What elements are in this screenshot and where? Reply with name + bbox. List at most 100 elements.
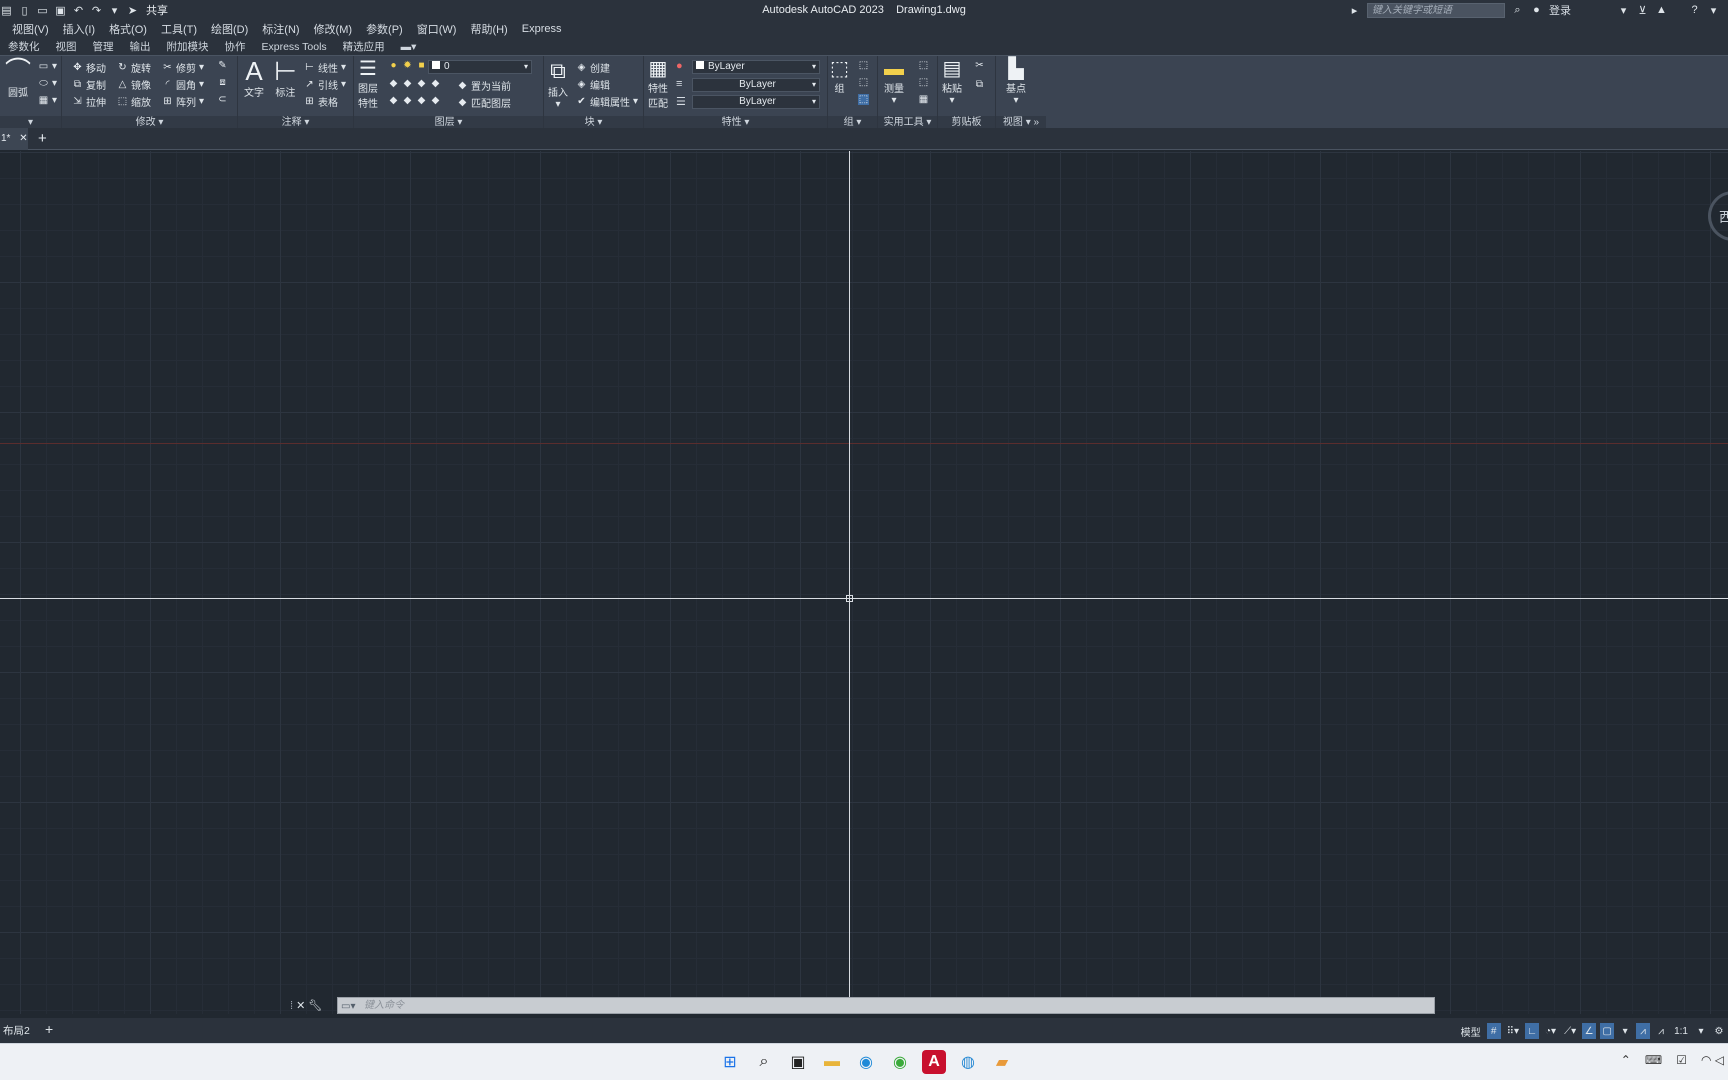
menu-tools[interactable]: 工具(T) [161, 21, 197, 37]
tab-addins[interactable]: 附加模块 [167, 39, 209, 54]
layer-dropdown[interactable]: 0 ▾ [428, 60, 532, 74]
new-tab-icon[interactable]: + [38, 130, 47, 147]
clipboard-tools[interactable]: ✂ ⧉ [974, 60, 985, 90]
tab-express-tools[interactable]: Express Tools [262, 41, 327, 53]
drawing-canvas[interactable]: 西 [0, 151, 1728, 1014]
basepoint-button[interactable]: ▙ 基点 ▾ [1006, 58, 1026, 106]
windows-start-icon[interactable]: ⊞ [718, 1050, 742, 1074]
menu-help[interactable]: 帮助(H) [470, 21, 507, 37]
table-button[interactable]: ⊞ 表格 [304, 94, 338, 109]
isodraft-icon[interactable]: ⟋▾ [1562, 1023, 1578, 1039]
model-space-button[interactable]: 模型 [1459, 1023, 1483, 1039]
viewcube[interactable]: 西 [1708, 191, 1728, 241]
tray-keyboard-icon[interactable]: ⌨ [1645, 1053, 1662, 1067]
tab-output[interactable]: 输出 [130, 39, 151, 54]
command-prompt-icon[interactable]: ▭▾ [341, 999, 355, 1014]
menu-parametric[interactable]: 参数(P) [366, 21, 403, 37]
edit-attributes-button[interactable]: ✔ 编辑属性 ▾ [576, 94, 638, 109]
object-snap-icon[interactable]: ▢ [1600, 1023, 1615, 1039]
autocad-app-icon[interactable]: A [922, 1050, 946, 1074]
edit-block-button[interactable]: ◈ 编辑 [576, 77, 610, 92]
layer-tools-row2[interactable]: ◆ ◆ ◆ ◆ [388, 95, 441, 106]
help-icon[interactable]: ? [1688, 4, 1701, 17]
tab-manage[interactable]: 管理 [93, 39, 114, 54]
color-dropdown[interactable]: ByLayer ▾ [692, 60, 820, 74]
fillet-button[interactable]: ◜ 圆角 ▾ [162, 77, 204, 92]
menu-express[interactable]: Express [522, 23, 562, 35]
gallery-app-icon[interactable]: ▰ [990, 1050, 1014, 1074]
close-command-icon[interactable]: ✕ [296, 999, 305, 1012]
scale-button[interactable]: ⬚ 缩放 [117, 94, 151, 109]
viewcube-west-label[interactable]: 西 [1719, 209, 1728, 225]
menu-format[interactable]: 格式(O) [109, 21, 147, 37]
layer-properties-button[interactable]: ☰ 图层 特性 [358, 58, 378, 110]
task-view-icon[interactable]: ▣ [786, 1050, 810, 1074]
tray-network-icon[interactable]: ◠ ◁ [1701, 1053, 1724, 1067]
insert-block-button[interactable]: ⧉ 插入 ▾ [548, 58, 568, 110]
settings-gear-icon[interactable]: ⚙ [1712, 1023, 1726, 1039]
login-button[interactable]: 登录 [1549, 2, 1571, 18]
match-properties-button[interactable]: ▦ 特性 匹配 [648, 58, 668, 110]
snap-icon[interactable]: ⠿▾ [1505, 1023, 1521, 1039]
hatch-button[interactable]: ▦ ▾ [38, 95, 57, 106]
lineweight-dropdown[interactable]: ByLayer ▾ [692, 95, 820, 109]
arc-button[interactable]: ⌒ 圆弧 [5, 58, 31, 99]
tab-view[interactable]: 视图 [56, 39, 77, 54]
customize-command-icon[interactable]: 🔧︎ [308, 999, 322, 1012]
dimension-button[interactable]: ⊢ 标注 [274, 58, 297, 99]
globe-app-icon[interactable]: ◍ [956, 1050, 980, 1074]
rectangle-button[interactable]: ▭ ▾ [38, 61, 57, 72]
menu-insert[interactable]: 插入(I) [63, 21, 95, 37]
search-icon[interactable]: ⌕ [752, 1050, 776, 1074]
menu-window[interactable]: 窗口(W) [417, 21, 457, 37]
offset-button[interactable]: ⊂ [217, 94, 228, 105]
search-input[interactable]: 键入关键字或短语 [1367, 2, 1505, 18]
stretch-button[interactable]: ⇲ 拉伸 [72, 94, 106, 109]
layout-tab[interactable]: 布局2 [3, 1023, 30, 1038]
user-icon[interactable]: ● [1530, 4, 1543, 17]
measure-button[interactable]: ▬ 测量 ▾ [884, 58, 904, 106]
menu-modify[interactable]: 修改(M) [314, 21, 353, 37]
cart-icon[interactable]: ⊻ [1636, 4, 1649, 17]
menu-dimension[interactable]: 标注(N) [262, 21, 299, 37]
login-dropdown-icon[interactable]: ▾ [1617, 4, 1630, 17]
annotation-scale-dropdown-icon[interactable]: ▾ [1694, 1023, 1708, 1039]
leader-button[interactable]: ↗ 引线 ▾ [304, 77, 346, 92]
object-snap-dropdown-icon[interactable]: ▾ [1618, 1023, 1632, 1039]
mirror-button[interactable]: △ 镜像 [117, 77, 151, 92]
linetype-dropdown[interactable]: ByLayer ▾ [692, 78, 820, 92]
tray-chevron-icon[interactable]: ⌃ [1621, 1053, 1631, 1067]
match-layer-button[interactable]: ◆ 匹配图层 [457, 95, 511, 110]
paste-button[interactable]: ▤ 粘贴 ▾ [942, 58, 962, 106]
help-dropdown-icon[interactable]: ▾ [1707, 4, 1720, 17]
set-current-button[interactable]: ◆ 置为当前 [457, 78, 511, 93]
grid-icon[interactable]: # [1486, 1023, 1501, 1039]
explode-button[interactable]: ⧈ [217, 77, 228, 88]
green-browser-icon[interactable]: ◉ [888, 1050, 912, 1074]
add-layout-icon[interactable]: + [45, 1021, 53, 1037]
auto-scale-icon[interactable]: ⩘ [1654, 1023, 1668, 1039]
menu-view[interactable]: 视图(V) [12, 21, 49, 37]
close-icon[interactable]: ✕ [19, 133, 27, 144]
linear-button[interactable]: ⊢ 线性 ▾ [304, 60, 346, 75]
edge-browser-icon[interactable]: ◉ [854, 1050, 878, 1074]
ellipse-button[interactable]: ⬭ ▾ [38, 78, 57, 89]
grip-icon[interactable]: ⁞ [290, 1000, 293, 1012]
command-input[interactable]: ▭▾ 键入命令 [337, 997, 1435, 1014]
tray-check-icon[interactable]: ☑ [1676, 1053, 1687, 1067]
tab-featured-apps[interactable]: 精选应用 [343, 39, 385, 54]
erase-button[interactable]: ✎ [217, 60, 228, 71]
file-explorer-icon[interactable]: ▬ [820, 1050, 844, 1074]
move-button[interactable]: ✥ 移动 [72, 60, 106, 75]
autodesk-app-icon[interactable]: ▲ [1655, 4, 1668, 17]
array-button[interactable]: ⊞ 阵列 ▾ [162, 94, 204, 109]
utility-tools[interactable]: ⬚ ⬚ ▦ [918, 60, 929, 105]
annotation-scale-button[interactable]: 1:1 [1672, 1023, 1690, 1039]
rotate-button[interactable]: ↻ 旋转 [117, 60, 151, 75]
annotation-visibility-icon[interactable]: ⩘ [1636, 1023, 1651, 1039]
object-snap-track-icon[interactable]: ∠ [1582, 1023, 1597, 1039]
layer-state-icons[interactable]: ● ✹ ■ [388, 60, 427, 71]
polar-icon[interactable]: ◔▾ [1543, 1023, 1558, 1039]
text-button[interactable]: A 文字 [244, 58, 264, 99]
tab-parametric[interactable]: 参数化 [8, 39, 40, 54]
